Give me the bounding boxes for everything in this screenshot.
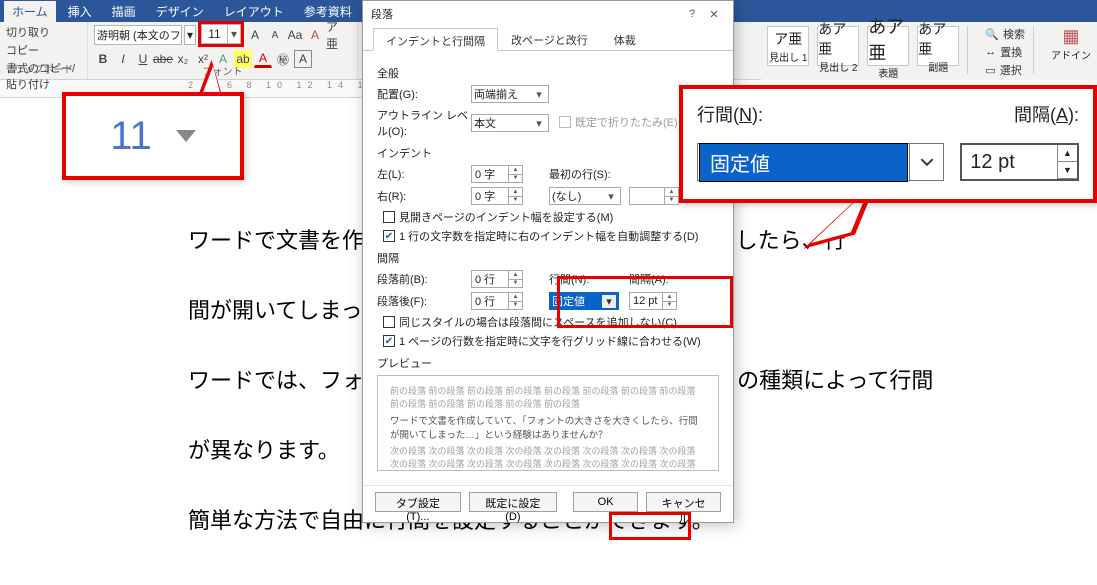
style-title[interactable]: あア亜表題 (867, 26, 909, 66)
auto-right-indent-checkbox[interactable]: ✔ (383, 230, 395, 242)
at-spinner[interactable]: 12 pt▲▼ (629, 292, 677, 310)
shrink-font-icon[interactable]: A (266, 26, 284, 44)
callout-fontsize: 11 (62, 92, 244, 180)
set-default-button[interactable]: 既定に設定(D) (469, 492, 557, 512)
firstline-combo[interactable]: (なし)▾ (549, 187, 621, 205)
section-indent: インデント (377, 145, 719, 161)
cancel-button[interactable]: キャンセル (646, 492, 721, 512)
section-spacing: 間隔 (377, 250, 719, 266)
indent-right-spinner[interactable]: 0 字▲▼ (471, 187, 523, 205)
callout-linesp-label: 行間(N): (697, 101, 1014, 127)
section-general: 全般 (377, 65, 719, 81)
callout-at-spinner[interactable]: 12 pt ▲▼ (960, 143, 1079, 181)
space-before-spinner[interactable]: 0 行▲▼ (471, 270, 523, 288)
chevron-down-icon: ▾ (532, 117, 546, 130)
indent-left-spinner[interactable]: 0 字▲▼ (471, 165, 523, 183)
cut[interactable]: 切り取り (6, 24, 81, 40)
chevron-down-icon[interactable]: ▾ (184, 25, 196, 45)
dialog-title: 段落 (371, 6, 681, 22)
mirror-indent-checkbox[interactable] (383, 211, 395, 223)
section-preview: プレビュー (377, 355, 719, 371)
select[interactable]: ▭ 選択 (985, 62, 1025, 78)
paragraph-dialog: 段落 ? ✕ インデントと行間隔 改ページと改行 体裁 全般 配置(G): 両端… (362, 0, 734, 523)
chevron-down-icon: ▾ (532, 88, 546, 101)
copy[interactable]: コピー (6, 42, 81, 58)
tab-design[interactable]: デザイン (148, 1, 212, 22)
style-heading1[interactable]: ア亜見出し 1 (767, 26, 809, 66)
tab-insert[interactable]: 挿入 (60, 1, 100, 22)
find[interactable]: 🔍 検索 (985, 26, 1025, 42)
space-after-label: 段落後(F): (377, 293, 471, 309)
firstline-label: 最初の行(S): (549, 166, 621, 182)
callout-at-label: 間隔(A): (1014, 101, 1079, 127)
linespacing-label: 行間(N): (549, 271, 619, 287)
firstline-by-spinner[interactable]: ▲▼ (629, 187, 679, 205)
editing-group: 🔍 検索 ↔ 置換 ▭ 選択 (985, 26, 1025, 80)
change-case-icon[interactable]: Aa (286, 26, 304, 44)
help-icon[interactable]: ? (681, 8, 703, 20)
addins[interactable]: ▦アドイン (1051, 26, 1091, 62)
font-size-input[interactable]: 11 (201, 24, 227, 44)
phonetic-icon[interactable]: ア亜 (326, 26, 344, 44)
collapse-checkbox (559, 116, 571, 128)
callout-linespacing: 行間(N): 間隔(A): 固定値 12 pt ▲▼ (679, 85, 1097, 203)
indent-right-label: 右(R): (377, 188, 471, 204)
replace[interactable]: ↔ 置換 (985, 44, 1025, 60)
right-ribbon: ア亜見出し 1 あア亜見出し 2 あア亜表題 あア亜副題 🔍 検索 ↔ 置換 ▭… (761, 22, 1097, 80)
chevron-down-icon (176, 130, 196, 142)
tab-home[interactable]: ホーム (4, 1, 56, 22)
callout-fontsize-value: 11 (110, 114, 152, 159)
font-size-dropdown[interactable]: ▾ (227, 24, 241, 44)
clipboard-label: リップボード (0, 61, 87, 76)
at-label: 間隔(A): (629, 271, 677, 287)
tab-draw[interactable]: 描画 (104, 1, 144, 22)
tab-line-page-breaks[interactable]: 改ページと改行 (498, 27, 601, 50)
ok-button[interactable]: OK (573, 492, 638, 512)
space-before-label: 段落前(B): (377, 271, 471, 287)
tabs-button[interactable]: タブ設定(T)... (375, 492, 461, 512)
preview-box: 前の段落 前の段落 前の段落 前の段落 前の段落 前の段落 前の段落 前の段落 … (377, 375, 719, 471)
font-size-highlight: 11 ▾ (198, 21, 244, 47)
alignment-combo[interactable]: 両端揃え▾ (471, 85, 549, 103)
grow-font-icon[interactable]: A (246, 26, 264, 44)
space-after-spinner[interactable]: 0 行▲▼ (471, 292, 523, 310)
style-heading2[interactable]: あア亜見出し 2 (817, 26, 859, 66)
outline-label: アウトライン レベル(O): (377, 107, 471, 139)
outline-combo[interactable]: 本文▾ (471, 114, 549, 132)
linespacing-combo[interactable]: 固定値▾ (549, 292, 619, 310)
alignment-label: 配置(G): (377, 86, 471, 102)
callout-linesp-combo[interactable]: 固定値 (697, 143, 944, 181)
font-name-combo[interactable]: 游明朝 (本文のフォン (94, 25, 182, 45)
indent-left-label: 左(L): (377, 166, 471, 182)
dialog-tabs: インデントと行間隔 改ページと改行 体裁 (363, 27, 733, 51)
tab-asian-typography[interactable]: 体裁 (601, 27, 649, 50)
tab-indent-spacing[interactable]: インデントと行間隔 (373, 28, 498, 51)
no-space-same-style-checkbox[interactable] (383, 316, 395, 328)
snap-grid-checkbox[interactable]: ✔ (383, 335, 395, 347)
close-icon[interactable]: ✕ (703, 8, 725, 21)
tab-layout[interactable]: レイアウト (216, 1, 292, 22)
chevron-down-icon (909, 144, 943, 180)
style-subtitle[interactable]: あア亜副題 (917, 26, 959, 66)
clear-format-icon[interactable]: A (306, 26, 324, 44)
clipboard-panel: 切り取り コピー 書式のコピー/貼り付け リップボード (0, 22, 88, 79)
